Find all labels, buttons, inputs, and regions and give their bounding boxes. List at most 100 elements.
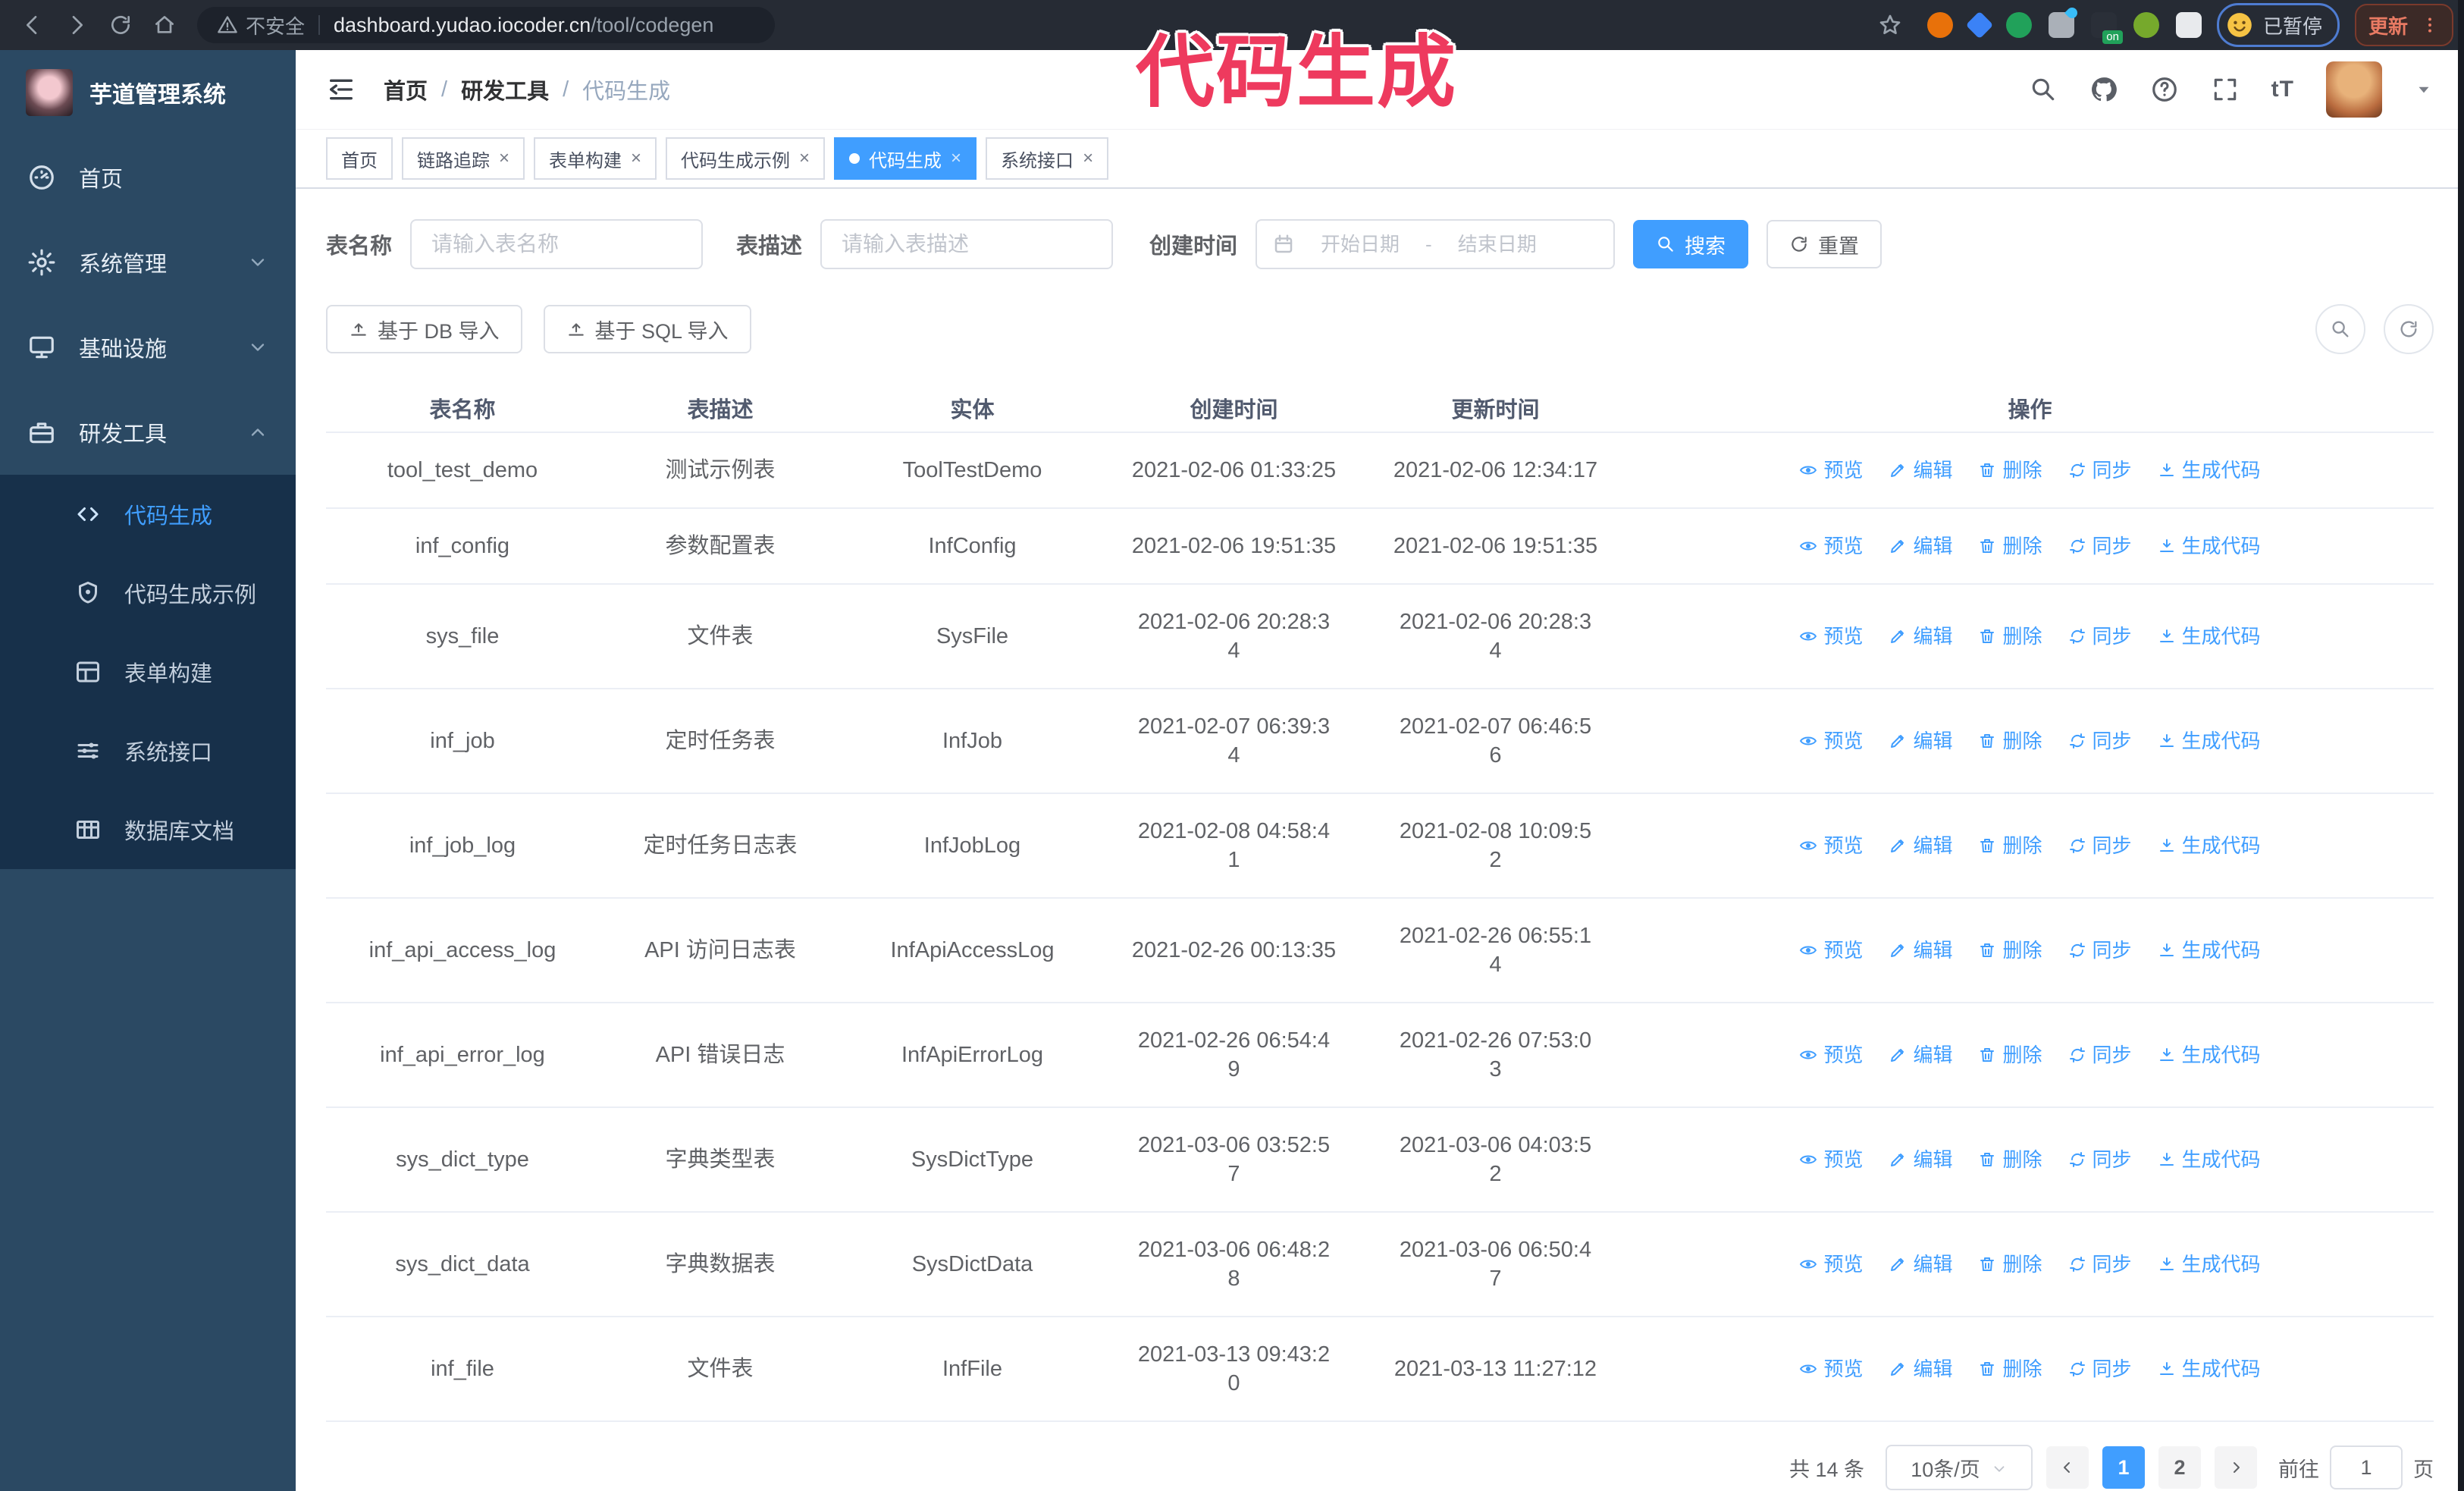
sidebar-item-system[interactable]: 系统管理 bbox=[0, 220, 296, 305]
close-tab-icon[interactable]: × bbox=[631, 149, 641, 168]
close-tab-icon[interactable]: × bbox=[799, 149, 810, 168]
breadcrumb-devtools[interactable]: 研发工具 bbox=[461, 74, 549, 105]
edit-link[interactable]: 编辑 bbox=[1889, 1354, 1952, 1383]
ext-check-icon[interactable] bbox=[2005, 12, 2032, 38]
edit-link[interactable]: 编辑 bbox=[1889, 1041, 1952, 1069]
reload-icon[interactable] bbox=[99, 8, 143, 42]
ext-on-icon[interactable]: on bbox=[2090, 12, 2123, 44]
edit-link[interactable]: 编辑 bbox=[1889, 622, 1952, 651]
generate-link[interactable]: 生成代码 bbox=[2158, 532, 2261, 560]
delete-link[interactable]: 删除 bbox=[1978, 622, 2042, 651]
sync-link[interactable]: 同步 bbox=[2068, 831, 2132, 860]
delete-link[interactable]: 删除 bbox=[1978, 456, 2042, 485]
home-icon[interactable] bbox=[143, 8, 187, 42]
toggle-search-button[interactable] bbox=[2315, 304, 2365, 354]
fullscreen-icon[interactable] bbox=[2211, 75, 2240, 104]
edit-link[interactable]: 编辑 bbox=[1889, 456, 1952, 485]
page-size-select[interactable]: 10条/页 bbox=[1886, 1445, 2033, 1490]
start-date-input[interactable] bbox=[1306, 231, 1415, 257]
page-button-2[interactable]: 2 bbox=[2158, 1446, 2201, 1489]
preview-link[interactable]: 预览 bbox=[1799, 936, 1863, 965]
help-icon[interactable] bbox=[2150, 75, 2179, 104]
sync-link[interactable]: 同步 bbox=[2068, 1041, 2132, 1069]
sync-link[interactable]: 同步 bbox=[2068, 532, 2132, 560]
delete-link[interactable]: 删除 bbox=[1978, 532, 2042, 560]
delete-link[interactable]: 删除 bbox=[1978, 936, 2042, 965]
sidebar-fold-icon[interactable] bbox=[326, 74, 356, 105]
end-date-input[interactable] bbox=[1442, 231, 1552, 257]
generate-link[interactable]: 生成代码 bbox=[2158, 1250, 2261, 1279]
preview-link[interactable]: 预览 bbox=[1799, 532, 1863, 560]
reset-button[interactable]: 重置 bbox=[1766, 220, 1882, 268]
table-desc-input[interactable] bbox=[820, 219, 1114, 269]
tab-codegen-example[interactable]: 代码生成示例 × bbox=[666, 137, 826, 180]
delete-link[interactable]: 删除 bbox=[1978, 1354, 2042, 1383]
sync-link[interactable]: 同步 bbox=[2068, 1250, 2132, 1279]
address-bar[interactable]: 不安全 dashboard.yudao.iocoder.cn/tool/code… bbox=[197, 7, 775, 43]
github-icon[interactable] bbox=[2089, 75, 2118, 104]
sync-link[interactable]: 同步 bbox=[2068, 1354, 2132, 1383]
close-tab-icon[interactable]: × bbox=[1083, 149, 1093, 168]
tab-system-api[interactable]: 系统接口 × bbox=[986, 137, 1109, 180]
generate-link[interactable]: 生成代码 bbox=[2158, 1354, 2261, 1383]
preview-link[interactable]: 预览 bbox=[1799, 831, 1863, 860]
chrome-update-button[interactable]: 更新 bbox=[2354, 4, 2453, 46]
tab-home[interactable]: 首页 bbox=[326, 137, 393, 180]
ext-green-figure-icon[interactable] bbox=[2133, 12, 2159, 38]
app-logo[interactable]: 芋道管理系统 bbox=[0, 50, 296, 135]
generate-link[interactable]: 生成代码 bbox=[2158, 936, 2261, 965]
sync-link[interactable]: 同步 bbox=[2068, 936, 2132, 965]
ext-gem-icon[interactable] bbox=[1965, 11, 1994, 39]
generate-link[interactable]: 生成代码 bbox=[2158, 1145, 2261, 1174]
close-tab-icon[interactable]: × bbox=[499, 149, 509, 168]
edit-link[interactable]: 编辑 bbox=[1889, 532, 1952, 560]
generate-link[interactable]: 生成代码 bbox=[2158, 831, 2261, 860]
import-sql-button[interactable]: 基于 SQL 导入 bbox=[543, 305, 751, 353]
ext-puzzle-icon[interactable] bbox=[2175, 12, 2202, 38]
preview-link[interactable]: 预览 bbox=[1799, 1041, 1863, 1069]
bookmark-star-icon[interactable] bbox=[1868, 8, 1912, 42]
import-db-button[interactable]: 基于 DB 导入 bbox=[326, 305, 522, 353]
back-icon[interactable] bbox=[11, 8, 55, 42]
font-size-button[interactable]: tT bbox=[2271, 77, 2294, 102]
sync-link[interactable]: 同步 bbox=[2068, 456, 2132, 485]
table-name-input[interactable] bbox=[410, 219, 704, 269]
preview-link[interactable]: 预览 bbox=[1799, 1250, 1863, 1279]
edit-link[interactable]: 编辑 bbox=[1889, 936, 1952, 965]
refresh-table-button[interactable] bbox=[2384, 304, 2434, 354]
forward-icon[interactable] bbox=[55, 8, 99, 42]
goto-page-input[interactable] bbox=[2330, 1445, 2403, 1489]
preview-link[interactable]: 预览 bbox=[1799, 622, 1863, 651]
edit-link[interactable]: 编辑 bbox=[1889, 727, 1952, 755]
prev-page-button[interactable] bbox=[2046, 1446, 2089, 1489]
edit-link[interactable]: 编辑 bbox=[1889, 831, 1952, 860]
delete-link[interactable]: 删除 bbox=[1978, 1145, 2042, 1174]
delete-link[interactable]: 删除 bbox=[1978, 727, 2042, 755]
avatar-caret-down-icon[interactable] bbox=[2414, 80, 2434, 99]
sidebar-subitem-form-builder[interactable]: 表单构建 bbox=[0, 632, 296, 711]
preview-link[interactable]: 预览 bbox=[1799, 456, 1863, 485]
generate-link[interactable]: 生成代码 bbox=[2158, 1041, 2261, 1069]
generate-link[interactable]: 生成代码 bbox=[2158, 622, 2261, 651]
date-range-picker[interactable]: - bbox=[1256, 219, 1616, 269]
profile-paused-badge[interactable]: 已暂停 bbox=[2216, 3, 2340, 47]
sidebar-subitem-db-doc[interactable]: 数据库文档 bbox=[0, 790, 296, 869]
edit-link[interactable]: 编辑 bbox=[1889, 1145, 1952, 1174]
header-search-icon[interactable] bbox=[2029, 75, 2058, 104]
sync-link[interactable]: 同步 bbox=[2068, 1145, 2132, 1174]
user-avatar[interactable] bbox=[2326, 61, 2382, 118]
sync-link[interactable]: 同步 bbox=[2068, 622, 2132, 651]
tab-form-builder[interactable]: 表单构建 × bbox=[534, 137, 657, 180]
ext-grid-icon[interactable] bbox=[2048, 5, 2080, 38]
ext-orange-icon[interactable] bbox=[1926, 12, 1953, 38]
sidebar-item-dev-tools[interactable]: 研发工具 bbox=[0, 390, 296, 475]
page-button-1[interactable]: 1 bbox=[2102, 1446, 2145, 1489]
close-tab-icon[interactable]: × bbox=[951, 149, 961, 168]
breadcrumb-home[interactable]: 首页 bbox=[384, 74, 428, 105]
sync-link[interactable]: 同步 bbox=[2068, 727, 2132, 755]
edit-link[interactable]: 编辑 bbox=[1889, 1250, 1952, 1279]
tab-codegen[interactable]: 代码生成 × bbox=[834, 137, 977, 180]
tab-tracing[interactable]: 链路追踪 × bbox=[402, 137, 525, 180]
delete-link[interactable]: 删除 bbox=[1978, 1250, 2042, 1279]
next-page-button[interactable] bbox=[2215, 1446, 2257, 1489]
